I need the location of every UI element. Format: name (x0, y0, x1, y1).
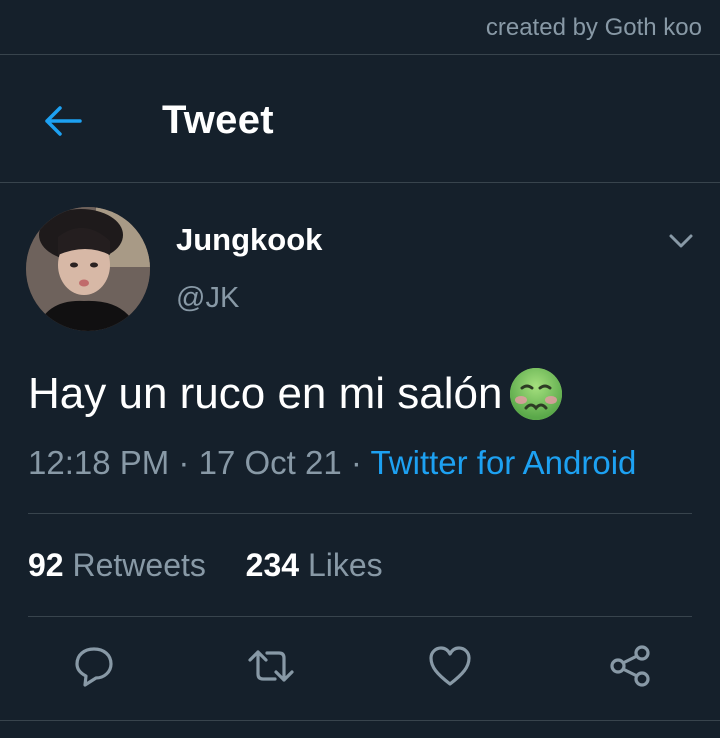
likes-count: 234 (245, 547, 300, 583)
divider-header (0, 182, 720, 183)
tweet-text: Hay un ruco en mi salón (28, 366, 564, 422)
page-title: Tweet (162, 98, 274, 142)
meta-separator: · (178, 444, 190, 481)
divider-top (0, 54, 720, 55)
retweet-button[interactable] (245, 640, 297, 692)
watermark-credit: created by Goth koo (485, 14, 702, 41)
retweets-label: Retweets (72, 547, 206, 583)
retweet-icon (248, 650, 294, 682)
back-button[interactable] (38, 100, 86, 142)
tweet-stats: 92 Retweets 234 Likes (28, 547, 383, 584)
retweets-stat[interactable]: 92 Retweets (28, 547, 206, 584)
divider-stats (28, 616, 692, 617)
reply-button[interactable] (68, 640, 120, 692)
back-arrow-icon (45, 106, 82, 136)
share-button[interactable] (604, 640, 656, 692)
retweets-count: 92 (28, 547, 64, 583)
tweet-meta: 12:18 PM · 17 Oct 21 · Twitter for Andro… (28, 444, 636, 482)
tweet-source-link[interactable]: Twitter for Android (370, 444, 636, 481)
more-options-button[interactable] (664, 226, 698, 256)
divider-bottom (0, 720, 720, 721)
tweet-date: 17 Oct 21 (198, 444, 342, 481)
like-icon (429, 646, 471, 686)
meta-separator: · (350, 444, 362, 481)
tweet-time: 12:18 PM (28, 444, 170, 481)
tweet-text-content: Hay un ruco en mi salón (28, 369, 503, 418)
divider-meta (28, 513, 692, 514)
author-name[interactable]: Jungkook (176, 222, 322, 258)
avatar[interactable] (26, 207, 150, 331)
share-icon (610, 645, 650, 687)
nauseated-face-icon (508, 366, 564, 422)
likes-label: Likes (307, 547, 383, 583)
action-bar (0, 640, 720, 700)
like-button[interactable] (424, 640, 476, 692)
avatar-photo (26, 207, 150, 331)
reply-icon (75, 647, 113, 687)
author-handle[interactable]: @JK (176, 282, 239, 315)
chevron-down-icon (669, 234, 693, 248)
likes-stat[interactable]: 234 Likes (246, 547, 383, 584)
